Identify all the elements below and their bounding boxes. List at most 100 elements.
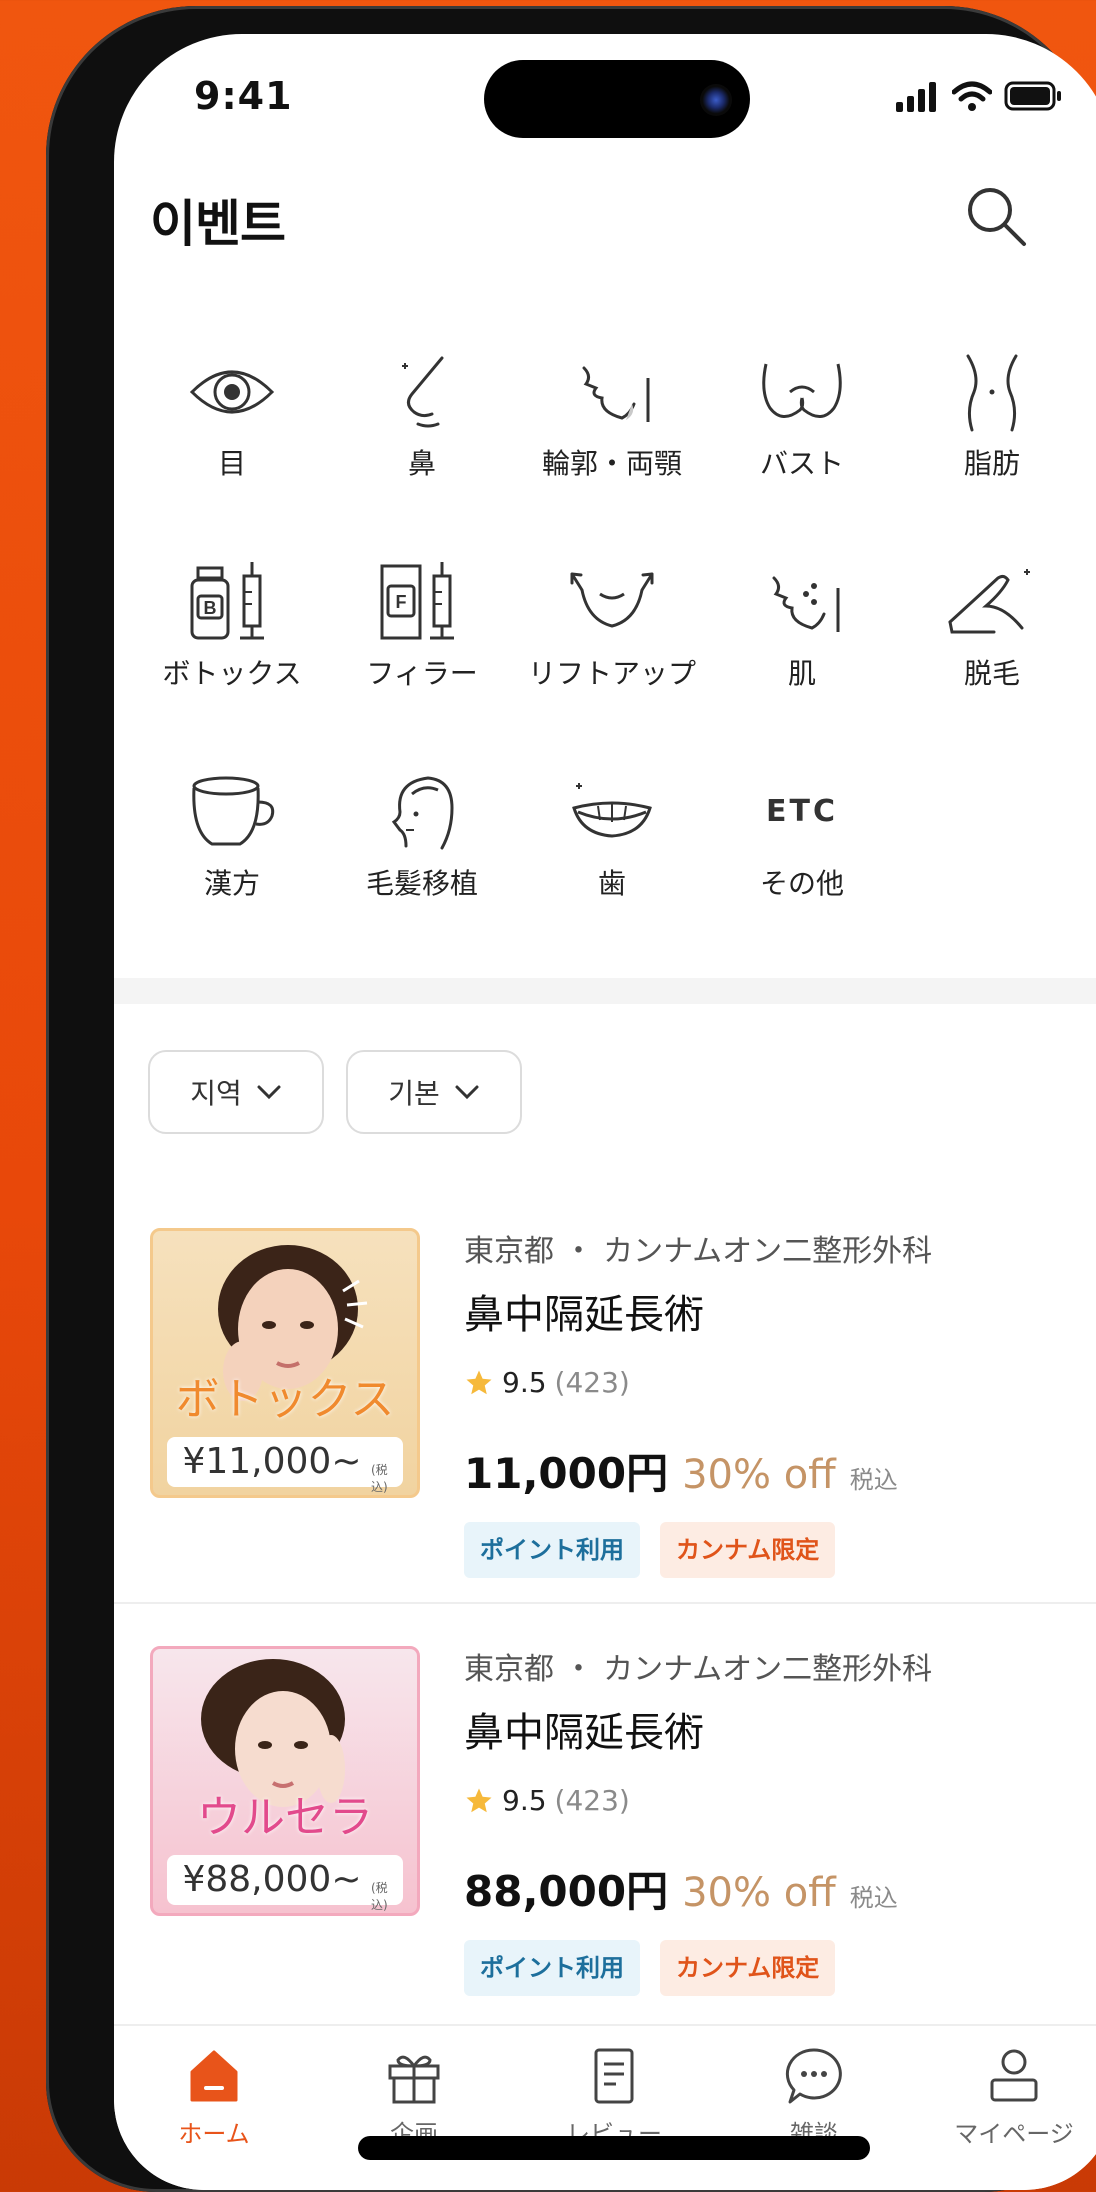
category-hair-removal[interactable]: 脱毛 bbox=[892, 562, 1092, 692]
product-card[interactable]: ウルセラ ¥88,000~ (税込) 東京都 ・ カンナムオン二整形外科 鼻中隔… bbox=[114, 1604, 1096, 2024]
tag-limited: カンナム限定 bbox=[660, 1522, 836, 1578]
category-bust[interactable]: バスト bbox=[702, 352, 902, 482]
category-label: 目 bbox=[217, 447, 246, 480]
hair-removal-icon bbox=[948, 569, 1030, 634]
rating: 9.5 (423) bbox=[464, 1784, 630, 1817]
thumbnail-price: ¥88,000~ bbox=[182, 1859, 362, 1900]
category-label: 肌 bbox=[787, 657, 816, 690]
herbal-pot-icon bbox=[192, 776, 275, 846]
tab-home[interactable]: ホーム bbox=[114, 2046, 314, 2149]
clinic-location: 東京都 ・ カンナムオン二整形外科 bbox=[464, 1234, 933, 1269]
product-title: 鼻中隔延長術 bbox=[464, 1710, 704, 1756]
rating-score: 9.5 bbox=[502, 1784, 547, 1817]
rating-score: 9.5 bbox=[502, 1366, 547, 1399]
category-hair-transplant[interactable]: 毛髪移植 bbox=[322, 772, 522, 902]
category-label: その他 bbox=[759, 867, 844, 900]
filter-label: 기본 bbox=[388, 1077, 440, 1110]
tax-note: 税込 bbox=[849, 1884, 898, 1912]
category-herbal[interactable]: 漢方 bbox=[132, 772, 332, 902]
svg-text:B: B bbox=[204, 598, 217, 618]
thumbnail-price-box: ¥11,000~ (税込) bbox=[167, 1437, 403, 1494]
category-nose[interactable]: 鼻 bbox=[322, 352, 522, 482]
tag-points: ポイント利用 bbox=[464, 1522, 640, 1578]
tab-mypage[interactable]: マイページ bbox=[914, 2046, 1096, 2149]
category-label: 脂肪 bbox=[963, 447, 1020, 480]
category-label: バスト bbox=[759, 447, 844, 480]
liftup-icon bbox=[570, 572, 654, 628]
price-row: 11,000円 30% off 税込 bbox=[464, 1440, 898, 1501]
discount: 30% off bbox=[682, 1452, 836, 1498]
camera-icon bbox=[700, 84, 732, 116]
category-liftup[interactable]: リフトアップ bbox=[512, 562, 712, 692]
chat-bubble-icon bbox=[785, 2048, 842, 2104]
filter-region-dropdown[interactable]: 지역 bbox=[148, 1050, 324, 1134]
jaw-icon bbox=[582, 366, 650, 422]
tab-label: マイページ bbox=[954, 2120, 1074, 2148]
thumbnail-price-box: ¥88,000~ (税込) bbox=[167, 1855, 403, 1912]
product-title: 鼻中隔延長術 bbox=[464, 1292, 704, 1338]
filter-label: 지역 bbox=[190, 1077, 242, 1110]
skin-icon bbox=[772, 576, 840, 632]
category-label: 漢方 bbox=[203, 867, 260, 900]
category-etc[interactable]: ETC その他 bbox=[702, 772, 902, 902]
signal-icon bbox=[896, 82, 936, 112]
category-label: リフトアップ bbox=[527, 657, 696, 690]
thumbnail-tax: (税込) bbox=[371, 1881, 388, 1912]
category-eye[interactable]: 目 bbox=[132, 352, 332, 482]
search-icon[interactable] bbox=[964, 184, 1028, 248]
category-botox[interactable]: B ボトックス bbox=[132, 562, 332, 692]
category-jaw[interactable]: 輪郭・両顎 bbox=[512, 352, 712, 482]
thumbnail-price: ¥11,000~ bbox=[182, 1441, 362, 1482]
thumbnail-tax: (税込) bbox=[371, 1463, 388, 1494]
app-screen: 9:41 이벤트 目 鼻 輪郭・両顎 バスト 脂肪 B ボトックス F フィラー… bbox=[114, 34, 1096, 2190]
category-label: 歯 bbox=[597, 867, 626, 900]
price: 88,000円 bbox=[464, 1867, 669, 1916]
eye-icon bbox=[189, 370, 275, 414]
nose-icon bbox=[402, 356, 444, 428]
etc-icon: ETC bbox=[766, 794, 838, 829]
category-label: ボトックス bbox=[162, 657, 302, 690]
price: 11,000円 bbox=[464, 1449, 669, 1498]
product-thumbnail: ボトックス ¥11,000~ (税込) bbox=[150, 1228, 420, 1498]
waist-icon bbox=[966, 354, 1018, 432]
review-count: (423) bbox=[554, 1784, 630, 1817]
tax-note: 税込 bbox=[849, 1466, 898, 1494]
category-skin[interactable]: 肌 bbox=[702, 562, 902, 692]
page-title: 이벤트 bbox=[150, 195, 286, 253]
product-thumbnail: ウルセラ ¥88,000~ (税込) bbox=[150, 1646, 420, 1916]
teeth-icon bbox=[572, 783, 652, 838]
svg-text:F: F bbox=[396, 592, 407, 612]
tab-label: ホーム bbox=[178, 2120, 250, 2148]
section-divider bbox=[114, 978, 1096, 1004]
tab-chat[interactable]: 雑談 bbox=[714, 2046, 914, 2149]
botox-icon: B bbox=[190, 562, 264, 640]
chevron-down-icon bbox=[257, 1085, 281, 1100]
bottom-tab-bar: ホーム 企画 レビュー 雑談 マイページ bbox=[114, 2024, 1096, 2190]
product-card[interactable]: ボトックス ¥11,000~ (税込) 東京都 ・ カンナムオン二整形外科 鼻中… bbox=[114, 1186, 1096, 1606]
battery-icon bbox=[1004, 81, 1061, 111]
gift-icon bbox=[388, 2055, 440, 2104]
wifi-icon bbox=[952, 81, 992, 111]
home-icon bbox=[190, 2050, 238, 2102]
thumbnail-headline: ウルセラ bbox=[197, 1792, 373, 1843]
category-teeth[interactable]: 歯 bbox=[512, 772, 712, 902]
category-label: 輪郭・両顎 bbox=[541, 447, 682, 480]
thumbnail-headline: ボトックス bbox=[175, 1374, 395, 1425]
price-row: 88,000円 30% off 税込 bbox=[464, 1858, 898, 1919]
review-count: (423) bbox=[554, 1366, 630, 1399]
category-label: 鼻 bbox=[407, 447, 436, 480]
rating: 9.5 (423) bbox=[464, 1366, 630, 1399]
clinic-location: 東京都 ・ カンナムオン二整形外科 bbox=[464, 1652, 933, 1687]
category-label: フィラー bbox=[366, 657, 478, 690]
bust-icon bbox=[762, 363, 842, 418]
tab-planning[interactable]: 企画 bbox=[314, 2046, 514, 2149]
category-label: 毛髪移植 bbox=[365, 867, 478, 900]
home-indicator bbox=[358, 2136, 870, 2160]
filter-sort-dropdown[interactable]: 기본 bbox=[346, 1050, 522, 1134]
tab-reviews[interactable]: レビュー bbox=[514, 2046, 714, 2149]
hair-transplant-icon bbox=[391, 776, 454, 850]
category-fat[interactable]: 脂肪 bbox=[892, 352, 1092, 482]
tag-points: ポイント利用 bbox=[464, 1940, 640, 1996]
tag-limited: カンナム限定 bbox=[660, 1940, 836, 1996]
category-filler[interactable]: F フィラー bbox=[322, 562, 522, 692]
